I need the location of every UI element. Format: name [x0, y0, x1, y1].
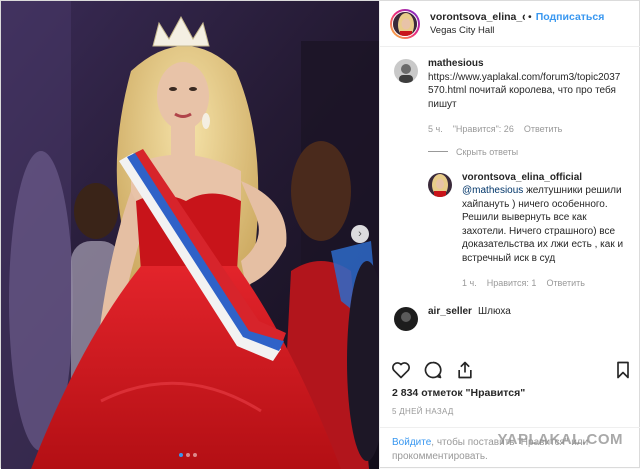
author-avatar[interactable]: [392, 10, 418, 37]
reply-reply-button[interactable]: Ответить: [546, 277, 584, 291]
hide-replies-button[interactable]: Скрыть ответы: [428, 147, 640, 157]
separator-dot: •: [528, 11, 532, 23]
hide-replies-line: [428, 151, 448, 152]
save-button[interactable]: [612, 359, 634, 381]
chevron-right-icon: ›: [358, 228, 362, 240]
reply-author-avatar[interactable]: [428, 172, 452, 197]
comment-button[interactable]: [422, 359, 444, 381]
likes-count[interactable]: 2 834 отметок "Нравится": [392, 387, 525, 399]
commenter-avatar[interactable]: [394, 306, 418, 331]
comment-text: https://www.yaplakal.com/forum3/topic203…: [428, 71, 621, 110]
comments-list[interactable]: mathesious https://www.yaplakal.com/foru…: [380, 57, 640, 353]
comment-item: air_seller Шлюха: [380, 305, 640, 331]
carousel-dot-active: [179, 453, 183, 457]
heart-icon: [392, 362, 410, 379]
reply-username[interactable]: vorontsova_elina_official: [462, 171, 628, 185]
comment-username[interactable]: air_seller: [428, 306, 472, 317]
carousel-dot: [193, 453, 197, 457]
post-photo[interactable]: ›: [1, 1, 379, 469]
post-date[interactable]: 5 ДНЕЙ НАЗАД: [392, 407, 454, 416]
reply-mention[interactable]: @mathesious: [462, 185, 523, 196]
reply-time[interactable]: 1 ч.: [462, 277, 477, 291]
post-header: vorontsova_elina_c • Подписаться Vegas C…: [380, 1, 640, 47]
reply-item: vorontsova_elina_official @mathesious же…: [380, 171, 640, 291]
comment-meta: 5 ч. "Нравится": 26 Ответить: [428, 123, 624, 137]
follow-button[interactable]: Подписаться: [536, 11, 605, 23]
photo-illustration: [1, 1, 379, 469]
reply-text: @mathesious желтушники решили хайпануть …: [462, 184, 628, 265]
instagram-post: › vorontsova_elina_c • Подписаться Vegas…: [0, 0, 640, 469]
comment-text: Шлюха: [477, 305, 511, 317]
reply-message: желтушники решили хайпануть ) ничего осо…: [462, 185, 624, 264]
share-button[interactable]: [454, 359, 476, 381]
comment-time[interactable]: 5 ч.: [428, 123, 443, 137]
post-location[interactable]: Vegas City Hall: [430, 25, 604, 36]
comment-username[interactable]: mathesious: [428, 57, 624, 71]
post-sidebar: vorontsova_elina_c • Подписаться Vegas C…: [379, 1, 640, 469]
login-link[interactable]: Войдите: [392, 437, 431, 448]
share-icon: [458, 361, 472, 379]
comment-icon: [424, 361, 442, 379]
reply-meta: 1 ч. Нравится: 1 Ответить: [462, 277, 628, 291]
carousel-dot: [186, 453, 190, 457]
author-avatar-ring[interactable]: [390, 8, 420, 39]
comment-likes[interactable]: "Нравится": 26: [453, 123, 514, 137]
comment-reply-button[interactable]: Ответить: [524, 123, 562, 137]
hide-replies-label: Скрыть ответы: [456, 146, 519, 157]
like-button[interactable]: [390, 359, 412, 381]
next-slide-button[interactable]: ›: [351, 225, 369, 243]
author-username[interactable]: vorontsova_elina_c: [430, 11, 525, 23]
carousel-dots: [179, 453, 197, 457]
commenter-avatar[interactable]: [394, 59, 418, 83]
bookmark-icon: [617, 361, 629, 379]
comment-item: mathesious https://www.yaplakal.com/foru…: [380, 57, 640, 137]
yaplakal-watermark: YAPLAKAL.COM: [497, 431, 623, 448]
action-bar: [390, 359, 634, 381]
reply-likes[interactable]: Нравится: 1: [487, 277, 537, 291]
